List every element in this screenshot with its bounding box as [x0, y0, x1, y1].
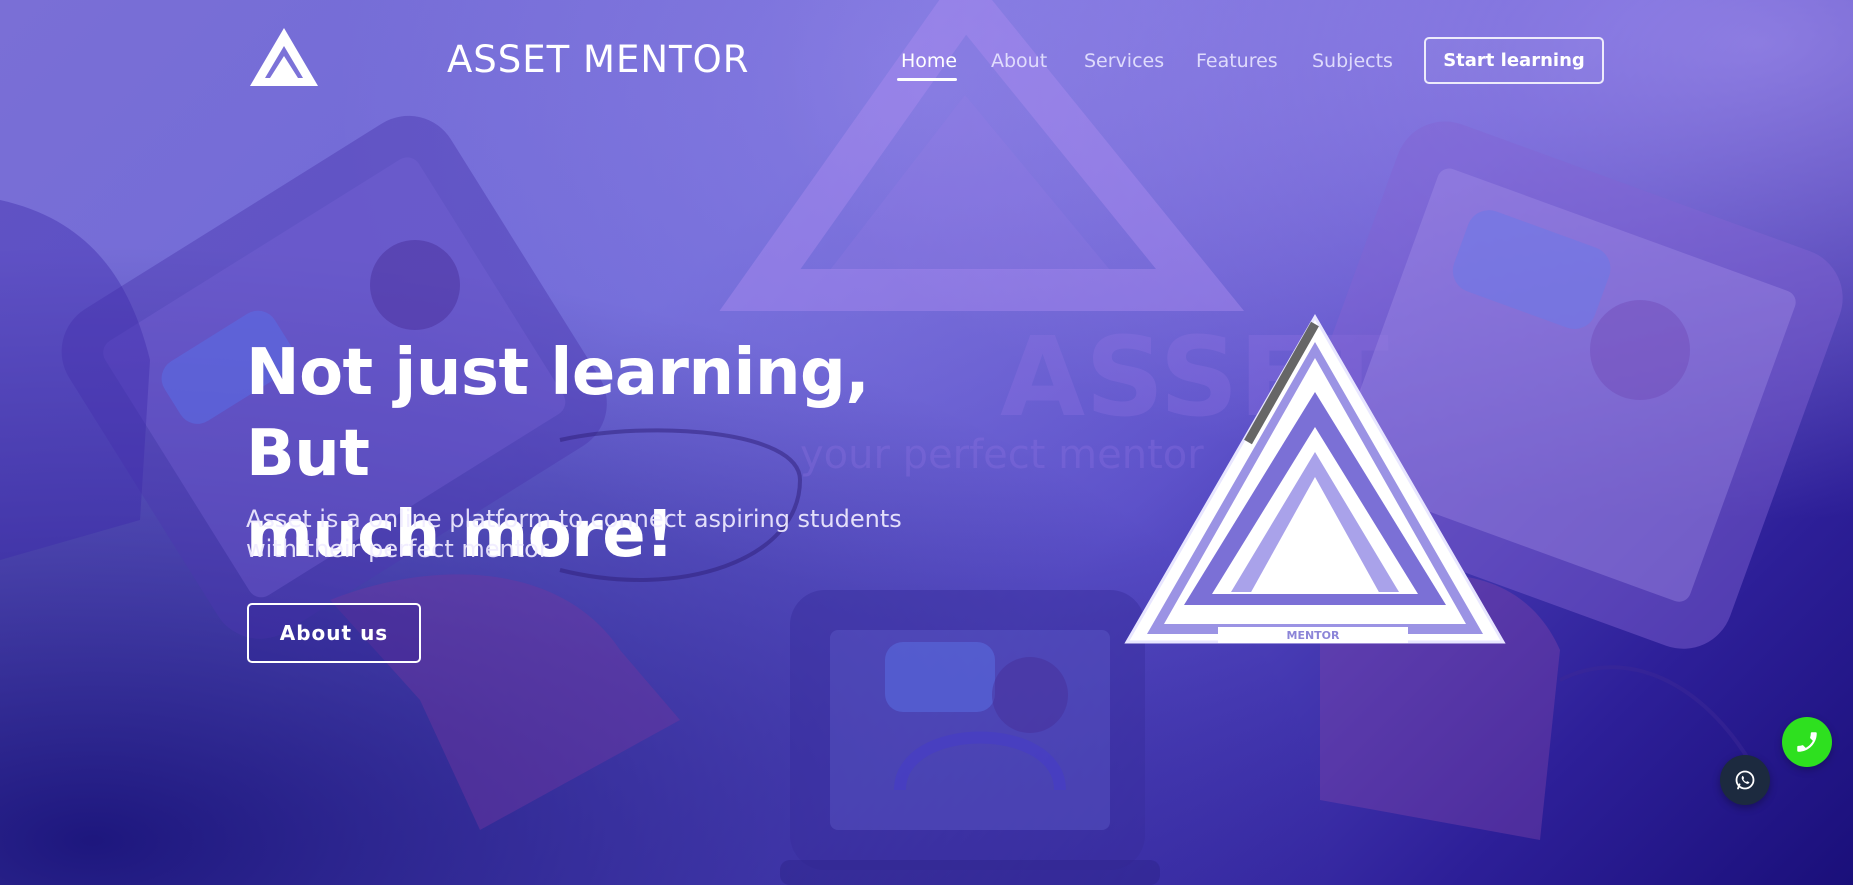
nav-home[interactable]: Home — [901, 50, 957, 72]
hero-subtitle-line-2: with their perfect mentor — [246, 535, 549, 563]
hero-subtitle: Asset is a online platform to connect as… — [246, 504, 966, 564]
about-us-button[interactable]: About us — [247, 603, 421, 663]
hero-title-line-1: Not just learning, But — [246, 336, 870, 491]
call-button[interactable] — [1782, 717, 1832, 767]
site-header: ASSET MENTOR Home About Services Feature… — [0, 0, 1853, 120]
start-learning-button[interactable]: Start learning — [1424, 37, 1604, 84]
nav-features[interactable]: Features — [1196, 50, 1278, 72]
whatsapp-button[interactable] — [1720, 755, 1770, 805]
whatsapp-icon — [1735, 770, 1755, 790]
brand-name[interactable]: ASSET MENTOR — [447, 38, 749, 81]
hero-logo-caption: MENTOR — [1287, 629, 1341, 642]
nav-about[interactable]: About — [991, 50, 1047, 72]
hero-logo-icon: MENTOR — [1124, 314, 1506, 644]
nav-services[interactable]: Services — [1084, 50, 1164, 72]
nav-subjects[interactable]: Subjects — [1312, 50, 1393, 72]
logo-icon[interactable] — [248, 26, 320, 88]
phone-icon — [1797, 732, 1817, 752]
nav-active-indicator — [897, 78, 957, 81]
hero-subtitle-line-1: Asset is a online platform to connect as… — [246, 505, 902, 533]
